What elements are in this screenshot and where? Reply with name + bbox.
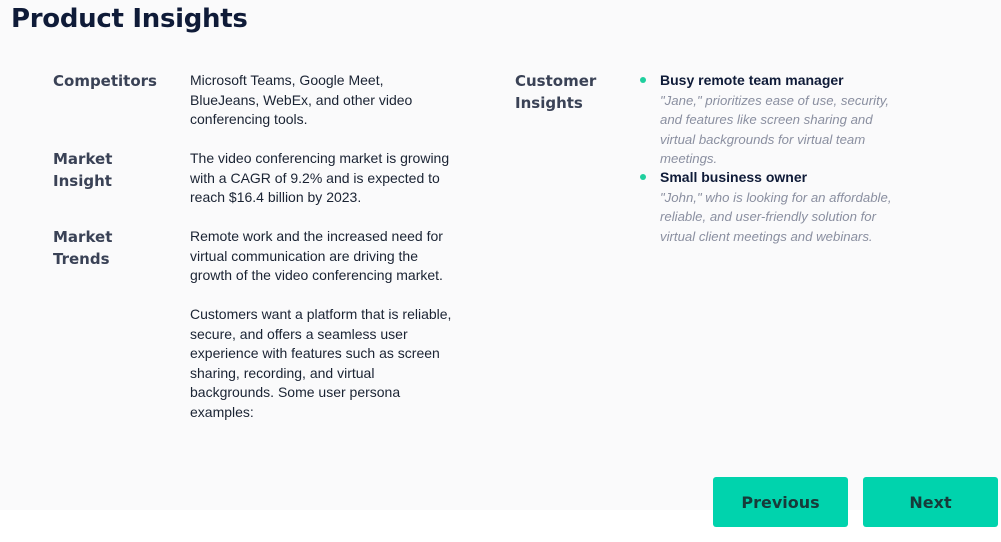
market-insight-text: The video conferencing market is growing… [190,150,450,205]
market-trends-text-p1: Remote work and the increased need for v… [190,228,443,283]
page-title: Product Insights [11,4,248,34]
competitors-text: Microsoft Teams, Google Meet, BlueJeans,… [190,72,413,127]
bullet-icon [640,174,646,180]
persona-description: "John," who is looking for an affordable… [660,189,892,244]
competitors-label: Competitors [53,70,173,92]
market-trends-label-line1: Market [53,228,113,246]
previous-button[interactable]: Previous [713,477,848,527]
persona-description: "Jane," prioritizes ease of use, securit… [660,92,890,167]
persona-name: Small business owner [660,169,808,185]
persona-name: Busy remote team manager [660,72,844,88]
competitors-label-text: Competitors [53,72,157,90]
market-insight-label-line1: Market [53,150,113,168]
customer-insights-label: Customer Insights [515,70,625,114]
bullet-icon [640,77,646,83]
market-trends-text-p2: Customers want a platform that is reliab… [190,306,452,420]
customer-insights-label-line1: Customer [515,72,597,90]
market-insight-label: Market Insight [53,148,173,192]
market-trends-label-line2: Trends [53,250,110,268]
market-trends-label: Market Trends [53,226,173,270]
market-insight-label-line2: Insight [53,172,112,190]
customer-insights-label-line2: Insights [515,94,583,112]
page-container: Product Insights Competitors Microsoft T… [0,0,1001,510]
next-button[interactable]: Next [863,477,998,527]
